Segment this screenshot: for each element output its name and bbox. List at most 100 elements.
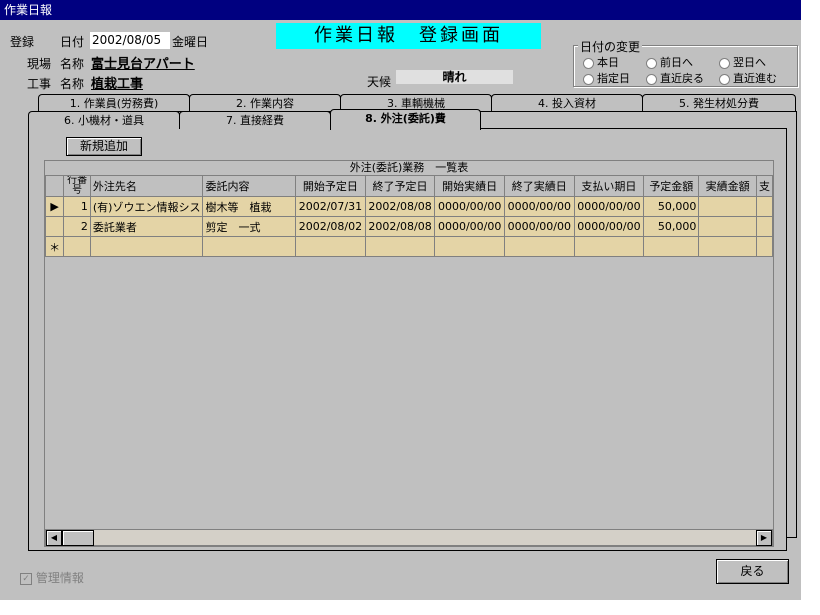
app-window: 作業日報 登録 日付 2002/08/05 金曜日 現場 名称 富士見台アパート… (0, 0, 801, 600)
date-field[interactable]: 2002/08/05 (90, 32, 170, 49)
current-row-marker[interactable]: ▶ (44, 196, 65, 217)
cell-empty[interactable] (643, 236, 700, 257)
cell-empty[interactable] (63, 236, 91, 257)
cell-row-no[interactable]: 1 (63, 196, 91, 217)
cell-amount-plan[interactable]: 50,000 (643, 216, 700, 237)
tab-waste-disposal[interactable]: 5. 発生材処分費 (642, 94, 796, 112)
registration-label: 登録 (10, 35, 35, 49)
cell-row-no[interactable]: 2 (63, 216, 91, 237)
radio-recent-forward[interactable]: 直近進む (719, 70, 777, 86)
cell-empty[interactable] (364, 236, 436, 257)
scroll-thumb[interactable] (62, 530, 94, 546)
col-header-truncated[interactable]: 支 (755, 175, 774, 197)
row-selector-header (44, 175, 65, 197)
screen-banner: 作業日報 登録画面 (276, 23, 541, 49)
row-selector[interactable] (44, 216, 65, 237)
grid-header-row: 行番号 外注先名 委託内容 開始予定日 終了予定日 開始実績日 終了実績日 支払… (44, 175, 774, 197)
cell-vendor[interactable]: (有)ゾウエン情報シス (89, 196, 204, 217)
cell-empty[interactable] (698, 236, 757, 257)
cell-empty[interactable] (755, 236, 774, 257)
radio-icon (719, 57, 730, 69)
new-record-button[interactable]: 新規追加 (66, 137, 142, 156)
cell-empty[interactable] (573, 236, 645, 257)
cell-amount-actual[interactable] (698, 196, 757, 217)
cell-empty[interactable] (202, 236, 297, 257)
cell-start-actual[interactable]: 0000/00/00 (434, 196, 505, 217)
col-header-amount-actual[interactable]: 実績金額 (698, 175, 757, 197)
col-header-content[interactable]: 委託内容 (202, 175, 297, 197)
cell-end-actual[interactable]: 0000/00/00 (503, 196, 575, 217)
scroll-left-icon[interactable]: ◀ (46, 530, 62, 546)
cell-empty[interactable] (295, 236, 366, 257)
work-name-label: 名称 (60, 77, 85, 91)
radio-today[interactable]: 本日 (583, 54, 619, 70)
tab-direct-expenses[interactable]: 7. 直接経費 (179, 111, 331, 129)
radio-specified-date[interactable]: 指定日 (583, 70, 630, 86)
site-name-label: 名称 (60, 57, 85, 71)
cell-empty[interactable] (89, 236, 204, 257)
radio-recent-back[interactable]: 直近戻る (646, 70, 704, 86)
scroll-right-icon[interactable]: ▶ (756, 530, 772, 546)
tab-work-content[interactable]: 2. 作業内容 (189, 94, 341, 112)
col-header-vendor[interactable]: 外注先名 (89, 175, 204, 197)
new-row-marker[interactable]: ＊ (44, 236, 65, 257)
radio-icon (583, 73, 594, 85)
table-row[interactable]: 2 委託業者 剪定 一式 2002/08/02 2002/08/08 0000/… (44, 216, 774, 237)
radio-icon (719, 73, 730, 85)
date-change-title: 日付の変更 (578, 38, 643, 55)
weather-label: 天候 (367, 75, 392, 89)
work-label: 工事 (27, 77, 52, 91)
cell-amount-plan[interactable]: 50,000 (643, 196, 700, 217)
tab-workers[interactable]: 1. 作業員(労務費) (38, 94, 190, 112)
tab-materials[interactable]: 4. 投入資材 (491, 94, 643, 112)
cell-empty[interactable] (434, 236, 505, 257)
cell-start-plan[interactable]: 2002/08/02 (295, 216, 366, 237)
window-title: 作業日報 (0, 0, 801, 20)
cell-vendor[interactable]: 委託業者 (89, 216, 204, 237)
cell-end-actual[interactable]: 0000/00/00 (503, 216, 575, 237)
admin-info-label: 管理情報 (35, 571, 84, 585)
site-label: 現場 (27, 57, 52, 71)
horizontal-scrollbar[interactable]: ◀ ▶ (45, 529, 773, 546)
back-button[interactable]: 戻る (716, 559, 789, 584)
cell-amount-actual[interactable] (698, 216, 757, 237)
cell-start-actual[interactable]: 0000/00/00 (434, 216, 505, 237)
col-header-start-plan[interactable]: 開始予定日 (295, 175, 366, 197)
col-header-end-plan[interactable]: 終了予定日 (364, 175, 436, 197)
checkmark-icon: ✓ (20, 572, 32, 585)
radio-next-day[interactable]: 翌日へ (719, 54, 766, 70)
col-header-start-actual[interactable]: 開始実績日 (434, 175, 505, 197)
cell-pay-due[interactable]: 0000/00/00 (573, 196, 645, 217)
col-header-amount-plan[interactable]: 予定金額 (643, 175, 700, 197)
col-header-pay-due[interactable]: 支払い期日 (573, 175, 645, 197)
admin-info-checkbox[interactable]: ✓ 管理情報 (20, 569, 84, 586)
col-header-end-actual[interactable]: 終了実績日 (503, 175, 575, 197)
outsourcing-grid: 外注(委託)業務 一覧表 行番号 外注先名 委託内容 開始予定日 終了予定日 開… (44, 160, 774, 547)
cell-empty[interactable] (503, 236, 575, 257)
radio-icon (646, 73, 657, 85)
cell-start-plan[interactable]: 2002/07/31 (295, 196, 366, 217)
work-name: 植栽工事 (91, 77, 144, 92)
table-row[interactable]: ▶ 1 (有)ゾウエン情報シス 樹木等 植栽 2002/07/31 2002/0… (44, 196, 774, 217)
col-header-row-no[interactable]: 行番号 (63, 175, 91, 197)
new-record-row[interactable]: ＊ (44, 236, 774, 257)
cell-content[interactable]: 樹木等 植栽 (202, 196, 297, 217)
cell-pay-due[interactable]: 0000/00/00 (573, 216, 645, 237)
grid-caption: 外注(委託)業務 一覧表 (45, 161, 773, 176)
cell-truncated[interactable] (755, 216, 774, 237)
cell-truncated[interactable] (755, 196, 774, 217)
tab-small-tools[interactable]: 6. 小機材・道具 (28, 111, 180, 129)
weather-field[interactable]: 晴れ (396, 70, 513, 84)
date-label: 日付 (60, 35, 85, 49)
grid-table: 行番号 外注先名 委託内容 開始予定日 終了予定日 開始実績日 終了実績日 支払… (44, 175, 774, 257)
tab-panel: 新規追加 外注(委託)業務 一覧表 行番号 外注先名 委託内容 開始予定日 終了… (28, 128, 787, 551)
cell-end-plan[interactable]: 2002/08/08 (364, 196, 436, 217)
radio-prev-day[interactable]: 前日へ (646, 54, 693, 70)
radio-icon (583, 57, 594, 69)
weekday-label: 金曜日 (172, 35, 209, 49)
cell-content[interactable]: 剪定 一式 (202, 216, 297, 237)
tab-outsourcing[interactable]: 8. 外注(委託)費 (330, 109, 481, 130)
cell-end-plan[interactable]: 2002/08/08 (364, 216, 436, 237)
site-name: 富士見台アパート (91, 57, 195, 72)
radio-icon (646, 57, 657, 69)
